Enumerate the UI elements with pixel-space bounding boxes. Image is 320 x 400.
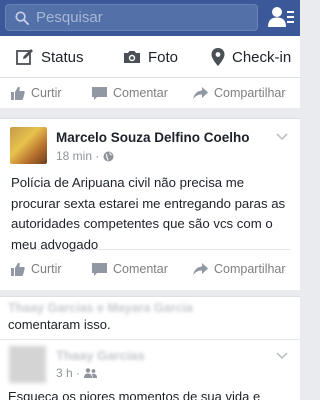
like-button[interactable]: Curtir: [11, 254, 62, 284]
divider: [0, 339, 300, 340]
share-icon: [193, 262, 208, 275]
post-time[interactable]: 3 h ·: [56, 366, 80, 380]
friend-requests-icon[interactable]: [268, 6, 294, 28]
divider: [10, 249, 290, 250]
photo-button[interactable]: Foto: [123, 36, 178, 78]
share-icon: [193, 86, 208, 99]
camera-icon: [124, 51, 140, 63]
activity-card: Thaay Garcias e Mayara Garcia comentaram…: [0, 296, 300, 400]
author-avatar[interactable]: [9, 346, 46, 383]
author-name[interactable]: Marcelo Souza Delfino Coelho: [56, 130, 250, 145]
share-button[interactable]: Compartilhar: [193, 254, 286, 284]
post-actions: Curtir Comentar Compartilhar: [0, 254, 300, 284]
post-meta: 3 h ·: [56, 366, 98, 380]
search-input[interactable]: [36, 5, 251, 30]
thumbs-up-icon: [11, 262, 25, 276]
top-bar: [0, 0, 300, 36]
like-label: Curtir: [31, 86, 62, 100]
search-icon: [15, 11, 29, 25]
thumbs-up-icon: [11, 86, 25, 100]
comment-button[interactable]: Comentar: [92, 254, 168, 284]
activity-names[interactable]: Thaay Garcias e Mayara Garcia: [8, 301, 193, 315]
composer-bar: Status Foto Check-in: [0, 36, 300, 78]
share-label: Compartilhar: [214, 262, 286, 276]
chevron-down-icon[interactable]: [276, 352, 288, 360]
comment-icon: [92, 262, 107, 276]
share-button[interactable]: Compartilhar: [193, 78, 286, 108]
checkin-button[interactable]: Check-in: [211, 36, 291, 78]
like-label: Curtir: [31, 262, 62, 276]
post-card: Marcelo Souza Delfino Coelho 18 min · Po…: [0, 118, 300, 290]
share-label: Compartilhar: [214, 86, 286, 100]
status-label: Status: [41, 48, 84, 66]
comment-label: Comentar: [113, 262, 168, 276]
friends-audience-icon: [84, 368, 98, 378]
search-box[interactable]: [5, 4, 258, 31]
globe-icon: [103, 151, 114, 161]
previous-post-actions: Curtir Comentar Compartilhar: [0, 78, 300, 108]
author-avatar[interactable]: [10, 127, 47, 164]
checkin-label: Check-in: [232, 48, 292, 66]
author-name[interactable]: Thaay Garcias: [56, 348, 145, 363]
chevron-down-icon[interactable]: [276, 133, 288, 141]
post-meta: 18 min ·: [56, 149, 114, 163]
status-button[interactable]: Status: [16, 36, 84, 78]
post-time[interactable]: 18 min ·: [56, 149, 99, 163]
like-button[interactable]: Curtir: [11, 78, 62, 108]
post-text: Esqueça os piores momentos de sua vida e: [8, 389, 261, 400]
comment-icon: [92, 86, 107, 100]
activity-text: comentaram isso.: [8, 317, 111, 332]
edit-icon: [16, 49, 33, 65]
comment-label: Comentar: [113, 86, 168, 100]
post-text: Polícia de Aripuana civil não precisa me…: [11, 175, 286, 252]
comment-button[interactable]: Comentar: [92, 78, 168, 108]
photo-label: Foto: [148, 48, 179, 66]
location-pin-icon: [211, 48, 225, 66]
